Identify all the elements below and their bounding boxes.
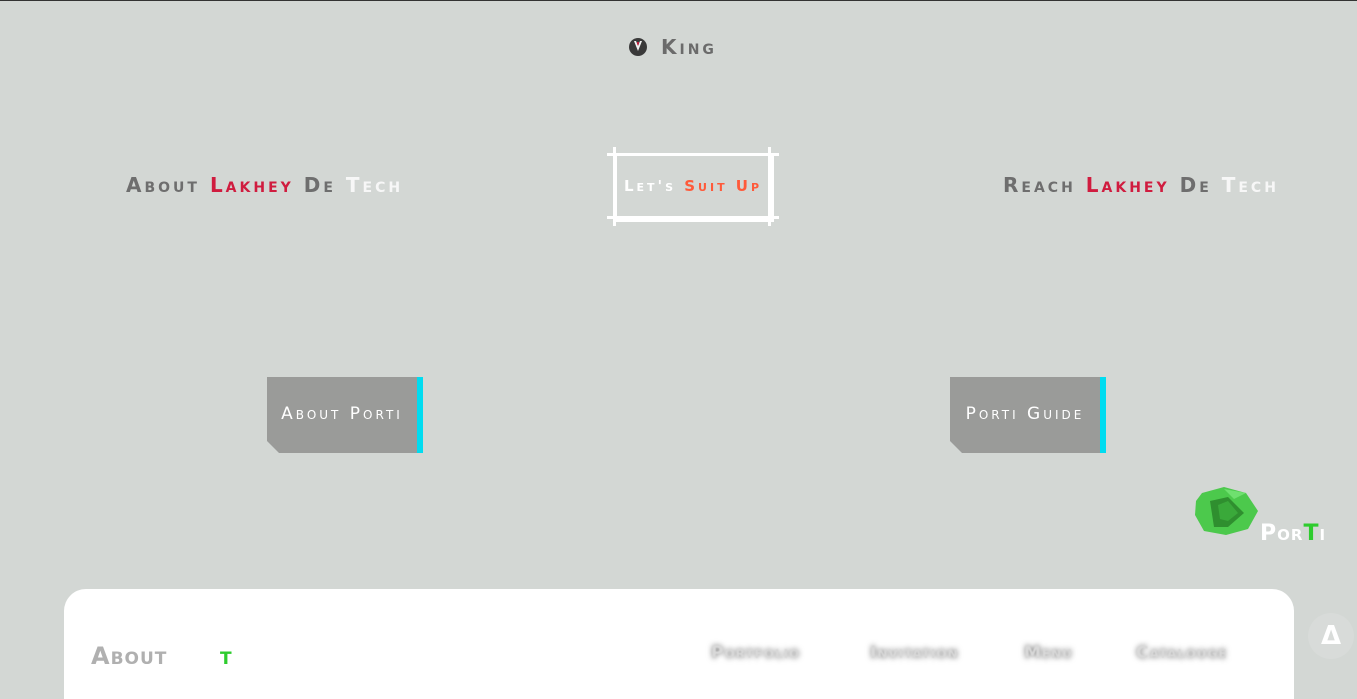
porti-logo[interactable]: PorTi bbox=[1260, 521, 1326, 546]
cyan-accent bbox=[417, 377, 423, 453]
about-word: About bbox=[126, 173, 210, 197]
de-word: De bbox=[293, 173, 346, 197]
suit-up-label: Let's Suit Up bbox=[607, 177, 779, 195]
de-word: De bbox=[1169, 173, 1222, 197]
about-lakhey-link[interactable]: About Lakhey De Tech bbox=[126, 173, 403, 197]
suit-icon bbox=[629, 38, 647, 56]
panel-accent-letter: T bbox=[220, 649, 232, 669]
scroll-top-button[interactable]: Δ bbox=[1308, 613, 1354, 659]
cyan-accent bbox=[1100, 377, 1106, 453]
porti-mascot-icon[interactable] bbox=[1194, 487, 1262, 537]
brand-text: King bbox=[661, 35, 717, 59]
menu-menu[interactable]: Menu bbox=[1024, 643, 1073, 663]
suit-up-word: Suit Up bbox=[684, 177, 763, 195]
menu-invitation[interactable]: Invitation bbox=[870, 643, 959, 663]
lakhey-word: Lakhey bbox=[1085, 173, 1170, 197]
porti-part: i bbox=[1319, 521, 1327, 546]
reach-word: Reach bbox=[1003, 173, 1086, 197]
porti-part: T bbox=[1303, 521, 1320, 546]
about-porti-label: About Porti bbox=[281, 404, 403, 424]
porti-guide-label: Porti Guide bbox=[965, 404, 1085, 424]
frame-line bbox=[607, 216, 779, 219]
panel-title: About bbox=[91, 642, 168, 670]
lakhey-word: Lakhey bbox=[209, 173, 294, 197]
suit-up-button[interactable]: Let's Suit Up bbox=[607, 147, 779, 226]
menu-portfolio[interactable]: Portfolio bbox=[711, 643, 800, 663]
porti-guide-button[interactable]: Porti Guide bbox=[950, 377, 1106, 453]
brand[interactable]: King bbox=[629, 35, 717, 59]
menu-catalouge[interactable]: Catalouge bbox=[1136, 643, 1228, 663]
reach-lakhey-link[interactable]: Reach Lakhey De Tech bbox=[1003, 173, 1279, 197]
tech-word: Tech bbox=[1221, 173, 1279, 197]
frame-line bbox=[607, 153, 779, 156]
about-porti-button[interactable]: About Porti bbox=[267, 377, 423, 453]
tech-word: Tech bbox=[345, 173, 404, 197]
lets-word: Let's bbox=[623, 177, 685, 195]
porti-part: Por bbox=[1260, 521, 1304, 546]
about-panel: About T Portfolio Invitation Menu Catalo… bbox=[64, 589, 1294, 699]
